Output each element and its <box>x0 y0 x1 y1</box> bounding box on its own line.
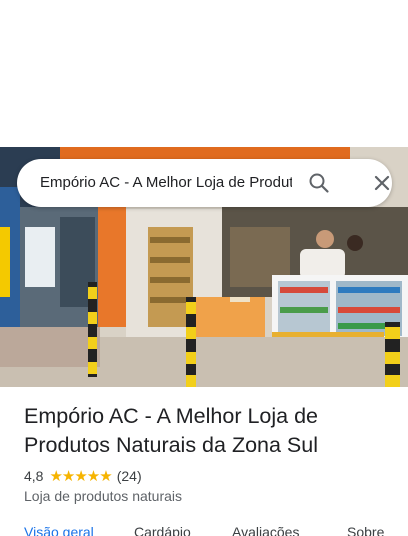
rating-value: 4,8 <box>24 468 44 484</box>
tab-menu[interactable]: Cardápio <box>134 524 191 536</box>
search-button[interactable] <box>307 171 331 195</box>
place-title: Empório AC - A Melhor Loja de Produtos N… <box>24 404 318 457</box>
tab-reviews[interactable]: Avaliações <box>232 524 299 536</box>
place-tabs: Visão geral Cardápio Avaliações Sobre <box>0 524 408 536</box>
place-category[interactable]: Loja de produtos naturais <box>24 488 182 504</box>
close-icon <box>374 175 390 191</box>
tab-about[interactable]: Sobre <box>347 524 384 536</box>
close-button[interactable] <box>370 171 394 195</box>
search-icon <box>309 173 329 193</box>
search-bar: Empório AC - A Melhor Loja de Produtos N… <box>17 159 392 207</box>
star-rating-icon: ★★★★★ <box>49 468 112 485</box>
search-input[interactable]: Empório AC - A Melhor Loja de Produtos N… <box>40 159 292 207</box>
rating-row[interactable]: 4,8 ★★★★★ (24) <box>24 466 142 486</box>
tab-overview[interactable]: Visão geral <box>24 524 94 536</box>
review-count: (24) <box>116 468 142 484</box>
